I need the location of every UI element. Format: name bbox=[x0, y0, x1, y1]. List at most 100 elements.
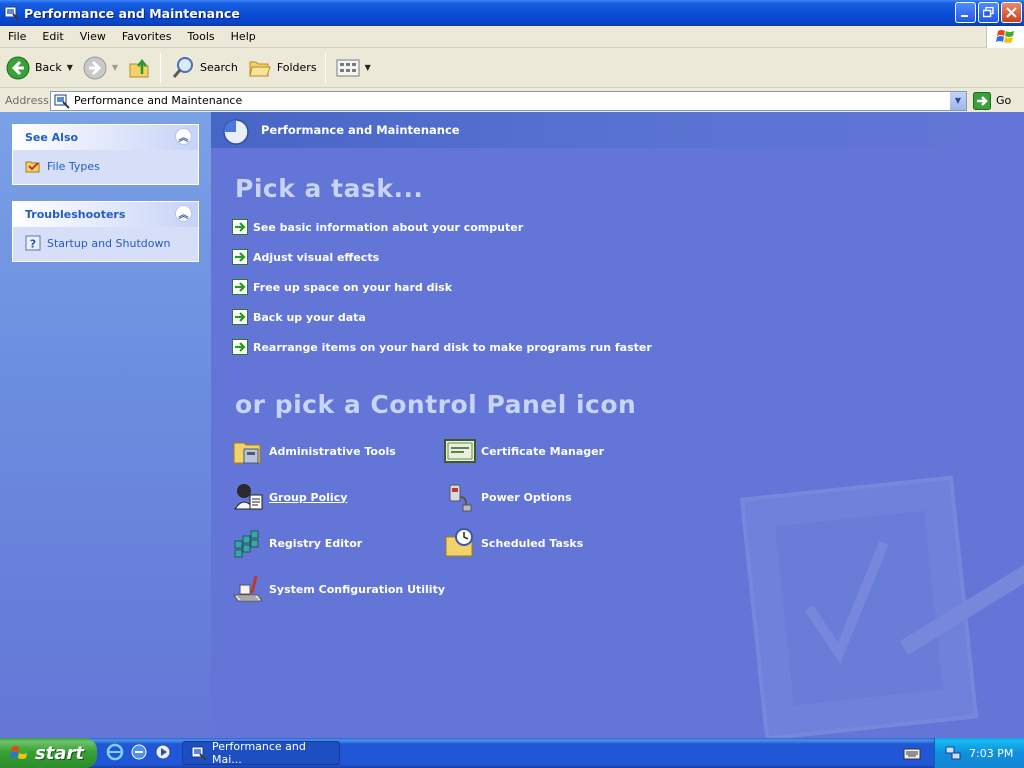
back-button[interactable]: Back ▼ bbox=[2, 51, 77, 85]
menu-view[interactable]: View bbox=[72, 26, 114, 48]
administrative-tools-label: Administrative Tools bbox=[269, 444, 396, 458]
restore-icon bbox=[983, 7, 994, 18]
forward-arrow-icon bbox=[83, 56, 107, 79]
task-link[interactable]: Back up your data bbox=[232, 309, 366, 325]
system-configuration-utility-label: System Configuration Utility bbox=[269, 582, 445, 596]
see-also-header[interactable]: See Also ︽ bbox=[13, 125, 198, 150]
address-bar: Address Performance and Maintenance ▼ Go bbox=[0, 89, 1024, 112]
certificate-manager-item[interactable]: Certificate Manager bbox=[444, 435, 604, 467]
folders-label: Folders bbox=[276, 61, 317, 74]
search-button[interactable]: Search bbox=[167, 51, 242, 85]
performance-maintenance-icon bbox=[223, 119, 249, 145]
scheduled-tasks-item[interactable]: Scheduled Tasks bbox=[444, 527, 583, 559]
main-content: Performance and Maintenance Pick a task.… bbox=[211, 112, 1024, 738]
green-arrow-icon bbox=[232, 339, 248, 355]
troubleshooters-header[interactable]: Troubleshooters ︽ bbox=[13, 202, 198, 227]
registry-editor-item[interactable]: Registry Editor bbox=[232, 527, 362, 559]
troubleshooters-panel: Troubleshooters ︽ ? Startup and Shutdown bbox=[12, 201, 199, 262]
taskbar-window-button[interactable]: Performance and Mai... bbox=[182, 740, 340, 766]
windows-logo-icon bbox=[10, 746, 28, 759]
up-button[interactable] bbox=[124, 51, 156, 85]
minimize-button[interactable] bbox=[955, 2, 976, 23]
views-icon bbox=[336, 59, 360, 76]
title-bar[interactable]: Performance and Maintenance bbox=[0, 0, 1024, 26]
views-dropdown-icon[interactable]: ▼ bbox=[365, 63, 371, 72]
keyboard-icon[interactable] bbox=[903, 745, 921, 761]
menu-favorites[interactable]: Favorites bbox=[114, 26, 180, 48]
task-link[interactable]: Free up space on your hard disk bbox=[232, 279, 452, 295]
media-player-icon[interactable] bbox=[154, 743, 172, 761]
scheduled-tasks-icon bbox=[445, 528, 473, 557]
clock[interactable]: 7:03 PM bbox=[969, 747, 1013, 760]
system-config-icon bbox=[233, 575, 263, 602]
group-policy-label: Group Policy bbox=[269, 490, 348, 504]
network-icon[interactable] bbox=[945, 745, 961, 761]
start-button[interactable]: start bbox=[0, 738, 97, 768]
toolbar-separator bbox=[160, 52, 162, 83]
task-label: Rearrange items on your hard disk to mak… bbox=[253, 340, 652, 354]
forward-button[interactable]: ▼ bbox=[79, 51, 122, 85]
quick-launch bbox=[106, 743, 172, 761]
back-dropdown-icon[interactable]: ▼ bbox=[67, 63, 73, 72]
group-policy-icon bbox=[234, 484, 263, 510]
menu-file[interactable]: File bbox=[0, 26, 34, 48]
menu-tools[interactable]: Tools bbox=[180, 26, 223, 48]
task-link[interactable]: Adjust visual effects bbox=[232, 249, 379, 265]
outlook-express-icon[interactable] bbox=[130, 743, 148, 761]
collapse-icon[interactable]: ︽ bbox=[175, 205, 192, 222]
address-input[interactable]: Performance and Maintenance ▼ bbox=[50, 90, 967, 111]
task-link[interactable]: Rearrange items on your hard disk to mak… bbox=[232, 339, 652, 355]
close-button[interactable] bbox=[1001, 2, 1022, 23]
power-options-item[interactable]: Power Options bbox=[444, 481, 572, 513]
administrative-tools-icon bbox=[233, 442, 261, 464]
menu-help[interactable]: Help bbox=[223, 26, 264, 48]
go-button[interactable]: Go bbox=[973, 91, 1012, 110]
window-controls bbox=[955, 2, 1022, 23]
collapse-icon[interactable]: ︽ bbox=[175, 128, 192, 145]
startup-shutdown-label: Startup and Shutdown bbox=[47, 236, 171, 250]
task-label: Adjust visual effects bbox=[253, 250, 380, 264]
category-header: Performance and Maintenance bbox=[211, 112, 1024, 148]
task-label: Free up space on your hard disk bbox=[253, 280, 453, 294]
search-label: Search bbox=[200, 61, 238, 74]
forward-dropdown-icon[interactable]: ▼ bbox=[112, 63, 118, 72]
taskbar-window-label: Performance and Mai... bbox=[211, 740, 306, 766]
start-label: start bbox=[35, 742, 84, 764]
file-types-label: File Types bbox=[47, 159, 100, 173]
see-also-file-types-link[interactable]: File Types bbox=[25, 158, 188, 174]
minimize-icon bbox=[961, 15, 968, 17]
administrative-tools-item[interactable]: Administrative Tools bbox=[232, 435, 396, 467]
pick-icon-heading: or pick a Control Panel icon bbox=[235, 390, 637, 419]
address-dropdown-icon[interactable]: ▼ bbox=[949, 91, 966, 110]
group-policy-item[interactable]: Group Policy bbox=[232, 481, 347, 513]
back-arrow-icon bbox=[6, 56, 30, 79]
scheduled-tasks-label: Scheduled Tasks bbox=[481, 536, 584, 550]
control-panel-icon bbox=[191, 746, 207, 761]
see-also-title: See Also bbox=[25, 131, 79, 144]
task-link[interactable]: See basic information about your compute… bbox=[232, 219, 523, 235]
power-options-label: Power Options bbox=[481, 490, 572, 504]
go-label: Go bbox=[996, 94, 1012, 107]
address-label: Address bbox=[5, 94, 49, 107]
green-arrow-icon bbox=[232, 309, 248, 325]
startup-shutdown-link[interactable]: ? Startup and Shutdown bbox=[25, 235, 188, 251]
registry-editor-icon bbox=[234, 530, 259, 558]
windows-logo-icon bbox=[986, 26, 1024, 48]
certificate-icon bbox=[444, 439, 476, 463]
restore-button[interactable] bbox=[978, 2, 999, 23]
menu-edit[interactable]: Edit bbox=[34, 26, 71, 48]
pick-task-heading: Pick a task... bbox=[235, 174, 424, 203]
green-arrow-icon bbox=[232, 249, 248, 265]
system-tray: 7:03 PM bbox=[934, 738, 1024, 768]
folders-button[interactable]: Folders bbox=[244, 51, 321, 85]
green-arrow-icon bbox=[232, 279, 248, 295]
system-configuration-utility-item[interactable]: System Configuration Utility bbox=[232, 573, 445, 605]
task-label: Back up your data bbox=[253, 310, 366, 324]
views-button[interactable]: ▼ bbox=[332, 51, 375, 85]
see-also-panel: See Also ︽ File Types bbox=[12, 124, 199, 185]
svg-text:?: ? bbox=[30, 238, 36, 251]
folder-up-icon bbox=[129, 58, 149, 77]
toolbar-separator bbox=[324, 52, 326, 83]
internet-explorer-icon[interactable] bbox=[106, 743, 124, 761]
window-title: Performance and Maintenance bbox=[24, 5, 240, 21]
